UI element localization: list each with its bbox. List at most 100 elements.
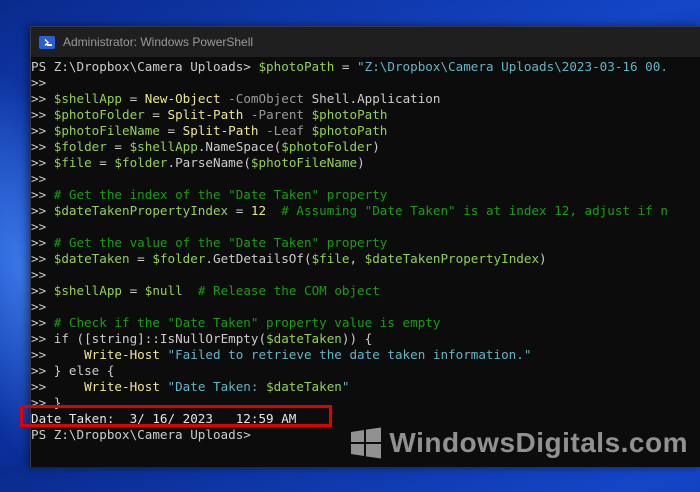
console-token: Write-Host xyxy=(84,379,160,394)
console-token: $photoFolder xyxy=(281,139,373,154)
console-token: >> xyxy=(31,251,54,266)
console-token: >> xyxy=(31,203,54,218)
console-token: >> xyxy=(31,91,54,106)
console-token: $folder xyxy=(114,155,168,170)
console-token: $dateTaken xyxy=(53,251,130,266)
console-token: >> xyxy=(31,107,54,122)
powershell-window[interactable]: Administrator: Windows PowerShell PS Z:\… xyxy=(30,26,700,467)
console-token: >> xyxy=(31,123,54,138)
console-token: if xyxy=(53,331,69,346)
console-token: $photoFileName xyxy=(53,123,160,138)
console-token: $photoPath xyxy=(311,123,388,138)
console-token: = xyxy=(122,91,145,106)
console-token: $dateTaken xyxy=(266,331,342,346)
console-token: $dateTakenPropertyIndex xyxy=(364,251,540,266)
console-token: Split-Path xyxy=(182,123,259,138)
console-token: $dateTaken xyxy=(266,379,342,394)
window-title: Administrator: Windows PowerShell xyxy=(63,35,254,49)
console-token: ) xyxy=(372,139,380,154)
console-line: >> xyxy=(31,299,700,315)
console-token: ([string]::IsNullOrEmpty( xyxy=(68,331,267,346)
powershell-icon xyxy=(39,35,55,49)
console-token: $folder xyxy=(152,251,206,266)
console-token: .GetDetailsOf( xyxy=(205,251,312,266)
console-line: >> $folder = $shellApp.NameSpace($photoF… xyxy=(31,139,700,155)
console-token: # Check if the "Date Taken" property val… xyxy=(53,315,441,330)
console-line: >> xyxy=(31,171,700,187)
console-token: >> xyxy=(31,219,47,234)
console-token: -Leaf xyxy=(258,123,312,138)
console-token: PS Z:\Dropbox\Camera Uploads> xyxy=(31,427,251,442)
console-line: >> $dateTaken = $folder.GetDetailsOf($fi… xyxy=(31,251,700,267)
console-token: $shellApp xyxy=(129,139,198,154)
console-token: , xyxy=(349,251,365,266)
console-line: >> # Check if the "Date Taken" property … xyxy=(31,315,700,331)
watermark: WindowsDigitals.com xyxy=(349,426,688,460)
console-token: >> xyxy=(31,347,85,362)
console-token: = xyxy=(106,139,130,154)
console-token: $folder xyxy=(53,139,107,154)
console-token: = xyxy=(129,251,153,266)
console-line: >> Write-Host "Date Taken: $dateTaken" xyxy=(31,379,700,395)
console-token: # Get the value of the "Date Taken" prop… xyxy=(53,235,388,250)
console-line: >> # Get the index of the "Date Taken" p… xyxy=(31,187,700,203)
console-token: "Z:\Dropbox\Camera Uploads\2023-03-16 00… xyxy=(357,59,668,74)
console-token: $photoPath xyxy=(258,59,335,74)
watermark-text: WindowsDigitals.com xyxy=(389,427,688,458)
console-token: $shellApp xyxy=(53,91,122,106)
console-token: = xyxy=(334,59,358,74)
console-token: >> xyxy=(31,235,54,250)
console-token: >> xyxy=(31,187,54,202)
console-token: $photoFileName xyxy=(250,155,358,170)
console-token: PS Z:\Dropbox\Camera Uploads> xyxy=(31,59,259,74)
console-token: New-Object xyxy=(144,91,221,106)
console-token: >> xyxy=(31,267,47,282)
console-line: >> Write-Host "Failed to retrieve the da… xyxy=(31,347,700,363)
console-token: >> xyxy=(31,155,54,170)
console-token: "Date Taken: xyxy=(159,379,267,394)
console-token: >> xyxy=(31,75,47,90)
console-token: = xyxy=(228,203,251,218)
console-line: >> } else { xyxy=(31,363,700,379)
console-token: -Parent xyxy=(243,107,312,122)
console-line: >> xyxy=(31,219,700,235)
console-output[interactable]: PS Z:\Dropbox\Camera Uploads> $photoPath… xyxy=(31,57,700,443)
console-token: ) xyxy=(357,155,365,170)
console-token: -ComObject xyxy=(220,91,312,106)
title-bar[interactable]: Administrator: Windows PowerShell xyxy=(31,27,700,57)
console-token: = xyxy=(159,123,183,138)
console-line: >> $shellApp = $null # Release the COM o… xyxy=(31,283,700,299)
console-token: " xyxy=(341,379,350,394)
console-token: $shellApp xyxy=(53,283,122,298)
console-token: >> xyxy=(31,331,54,346)
console-token: = xyxy=(122,283,145,298)
console-line: >> $file = $folder.ParseName($photoFileN… xyxy=(31,155,700,171)
console-token: $photoPath xyxy=(311,107,388,122)
console-token: .ParseName( xyxy=(167,155,251,170)
console-line: >> $dateTakenPropertyIndex = 12 # Assumi… xyxy=(31,203,700,219)
console-token: >> } else { xyxy=(31,363,115,378)
console-token: # Get the index of the "Date Taken" prop… xyxy=(53,187,388,202)
console-token: $file xyxy=(53,155,92,170)
console-line: >> $photoFileName = Split-Path -Leaf $ph… xyxy=(31,123,700,139)
console-token: >> xyxy=(31,299,47,314)
console-token: >> xyxy=(31,315,54,330)
console-line: >> $photoFolder = Split-Path -Parent $ph… xyxy=(31,107,700,123)
console-token: "Failed to retrieve the date taken infor… xyxy=(159,347,532,362)
console-line: >> $shellApp = New-Object -ComObject She… xyxy=(31,91,700,107)
console-token: # Assuming "Date Taken" is at index 12, … xyxy=(266,203,668,218)
console-token: >> xyxy=(31,283,54,298)
console-line: >> xyxy=(31,267,700,283)
console-token: $dateTakenPropertyIndex xyxy=(53,203,229,218)
console-token: >> xyxy=(31,139,54,154)
console-line: PS Z:\Dropbox\Camera Uploads> $photoPath… xyxy=(31,59,700,75)
console-token: $file xyxy=(311,251,350,266)
console-token: 12 xyxy=(250,203,267,218)
console-token: >> xyxy=(31,171,47,186)
date-taken-highlight xyxy=(20,405,332,427)
console-token: = xyxy=(144,107,168,122)
console-token: $null xyxy=(144,283,183,298)
console-line: >> # Get the value of the "Date Taken" p… xyxy=(31,235,700,251)
console-token: >> xyxy=(31,379,85,394)
console-token: Shell.Application xyxy=(311,91,441,106)
